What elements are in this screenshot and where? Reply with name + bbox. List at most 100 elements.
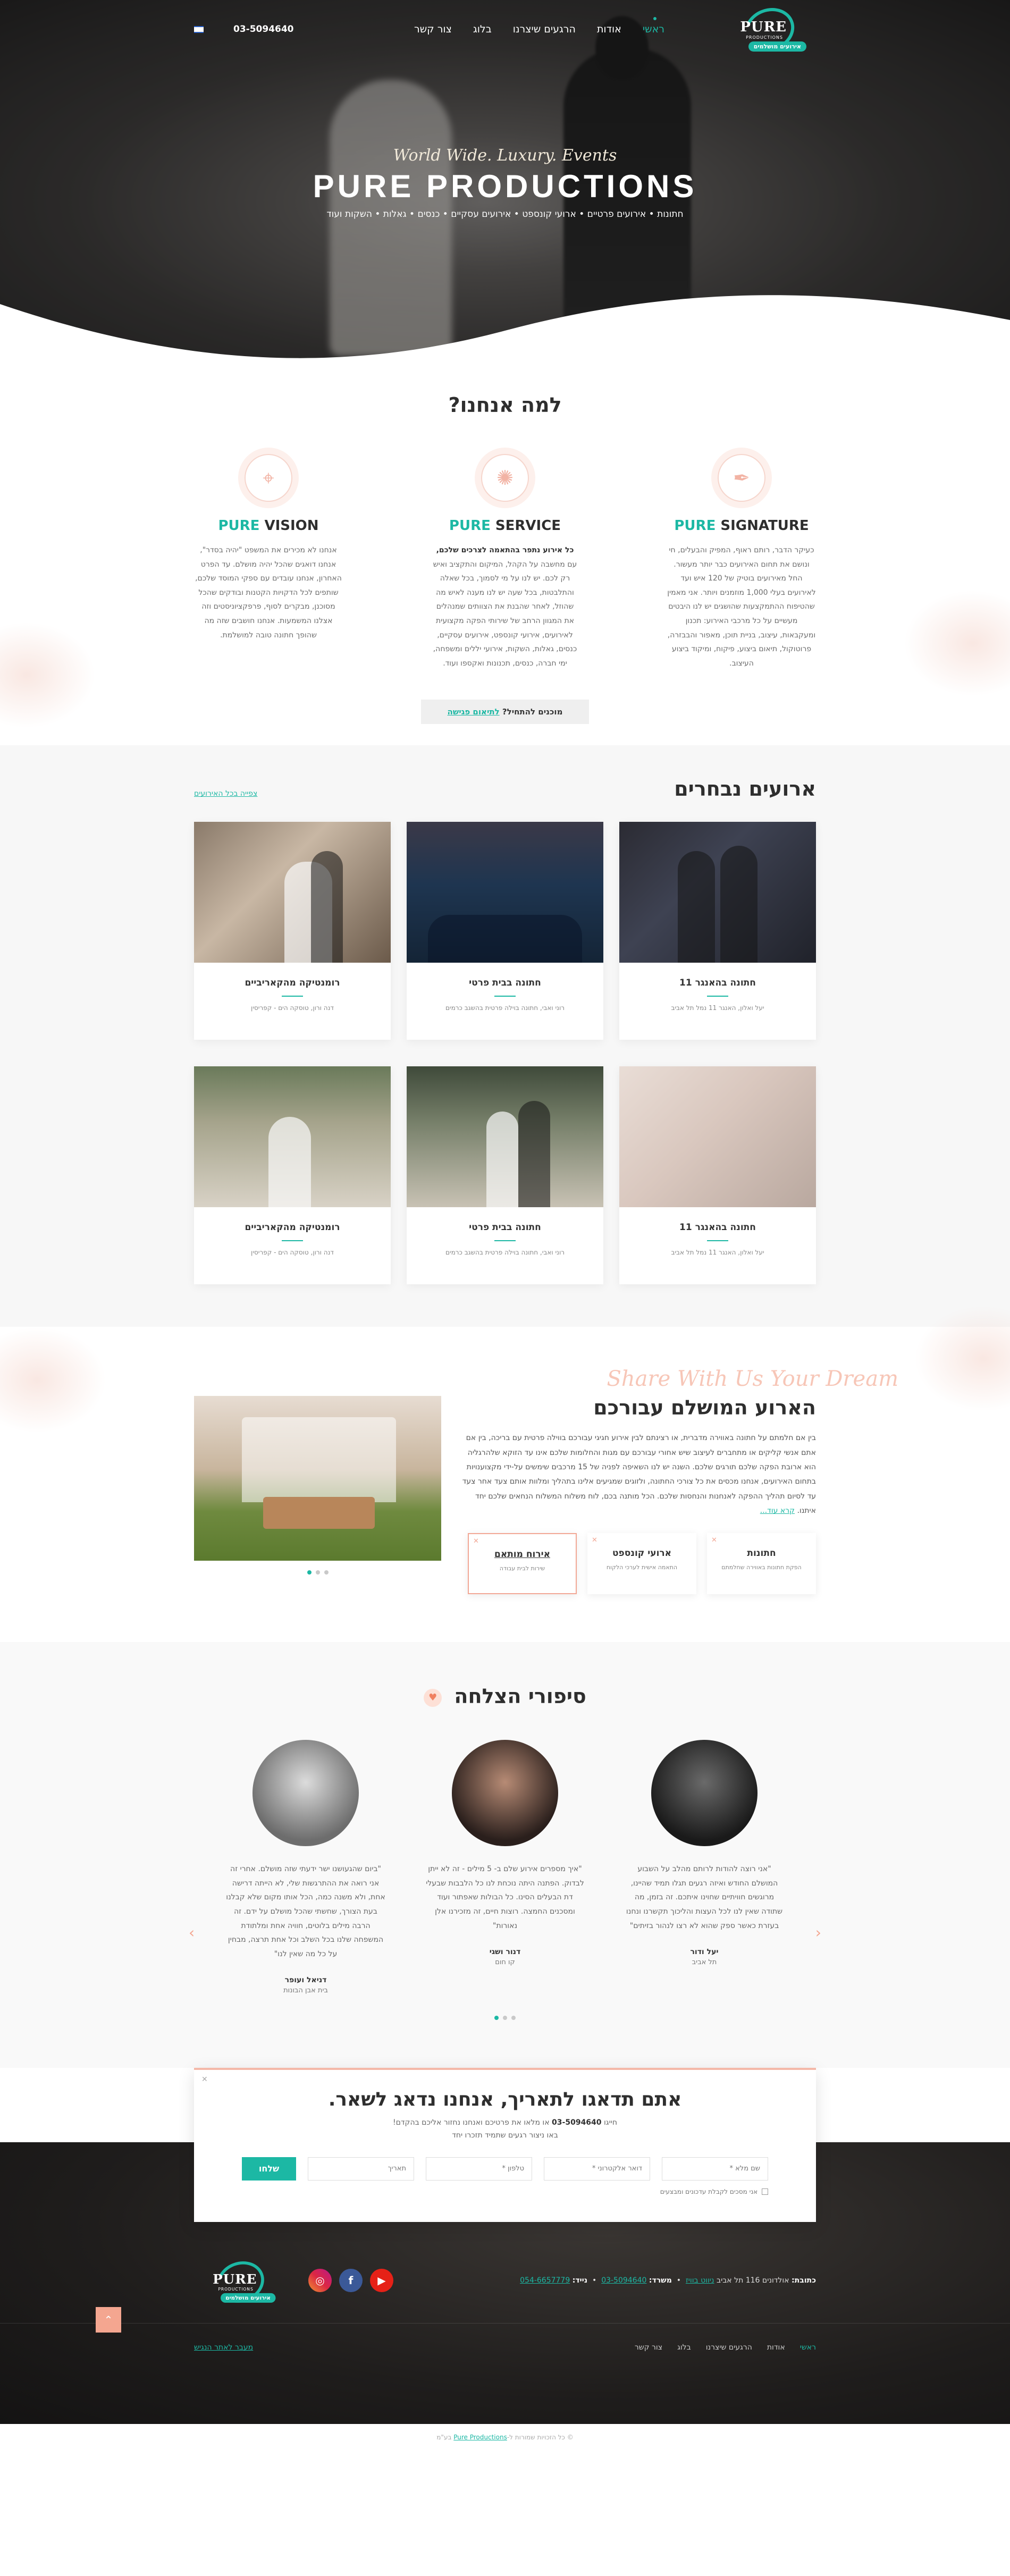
- event-image: [619, 1066, 816, 1208]
- stories-dots: [194, 2016, 816, 2021]
- event-card[interactable]: חתונה בהאנגר 11 יעל ואלון, האנגר 11 נמל …: [619, 822, 816, 1040]
- footer-office-phone[interactable]: 03-5094640: [601, 2276, 646, 2285]
- why-us-section: למה אנחנו? ✒ PURE SIGNATURE כעיקר הדבר, …: [0, 367, 1010, 745]
- slider-dot[interactable]: [503, 2016, 507, 2021]
- footer-mobile-phone[interactable]: 054-6657779: [520, 2276, 570, 2285]
- nav-item-home[interactable]: ראשי: [643, 17, 664, 35]
- read-more-link[interactable]: קרא עוד...: [760, 1506, 795, 1515]
- consent-checkbox[interactable]: [762, 2188, 768, 2195]
- slider-dot[interactable]: [324, 1570, 329, 1575]
- footer-nav-contact[interactable]: צור קשר: [635, 2343, 662, 2352]
- events-title: ארועים נבחרים: [674, 777, 816, 801]
- about-script: Share With Us Your Dream: [607, 1367, 898, 1392]
- main-nav: ראשי אודות הרגעים שיצרנו בלוג צור קשר: [414, 17, 664, 35]
- event-image: [407, 822, 603, 963]
- avatar: [651, 1740, 758, 1847]
- testimonial: "ביום שהגעושנו ישר ידעתי שזה מושלם. אחרי…: [226, 1740, 385, 1994]
- why-column-vision: ⌖ PURE VISION אנחנו לא מכירים את המשפט "…: [194, 454, 343, 670]
- accessibility-link[interactable]: מעבר לאתר הנגיש: [194, 2343, 253, 2352]
- site-logo[interactable]: PURE PRODUCTIONS אירועים מושלמים: [723, 1, 816, 58]
- hero-title: PURE PRODUCTIONS: [313, 169, 697, 204]
- slider-dot[interactable]: [494, 2016, 499, 2021]
- avatar: [252, 1740, 359, 1847]
- selected-events-section: ארועים נבחרים צפייה בכל האירועים חתונה ב…: [0, 745, 1010, 1327]
- slider-dot[interactable]: [315, 1570, 320, 1575]
- perfect-event-section: Share With Us Your Dream הארוע המושלם עב…: [0, 1306, 1010, 1643]
- event-card[interactable]: רומנטיקה מהקאריביים דנה ורון, טוסקה הים …: [194, 822, 391, 1040]
- service-tab-weddings[interactable]: ✕ חתונות הפקת חתונות באווירה שחלמתם: [707, 1533, 816, 1595]
- site-header: PURE PRODUCTIONS אירועים מושלמים ראשי או…: [0, 0, 1010, 58]
- meeting-cta-link[interactable]: לתיאום פגישה: [448, 707, 500, 717]
- why-column-service: ✺ PURE SERVICE כל אירוע נתפר בהתאמה לצרכ…: [431, 454, 579, 670]
- instagram-icon[interactable]: ◎: [308, 2269, 332, 2293]
- about-title: הארוע המושלם עבורכם: [593, 1396, 816, 1420]
- waze-link[interactable]: ניווט בוויז: [686, 2276, 714, 2285]
- nav-item-about[interactable]: אודות: [597, 23, 621, 35]
- footer-nav-home[interactable]: ראשי: [800, 2343, 816, 2352]
- service-tab-concept[interactable]: ✕ ארועי קונספט התאמה אישית לערכי הלקוח: [587, 1533, 696, 1595]
- date-field[interactable]: [308, 2157, 414, 2181]
- slider-dot[interactable]: [307, 1570, 312, 1575]
- contact-footer-area: ✕ אתם תדאגו לתאריך, אנחנו נדאג לשאר. חיי…: [0, 2068, 1010, 2425]
- footer-nav: ראשי אודות הרגעים שיצרנו בלוג צור קשר: [635, 2343, 816, 2352]
- footer-main: כתובת: אולדונים 116 תל אביב ניווט בוויז …: [0, 2249, 1010, 2312]
- consent-label: אני מסכים לקבלת עדכונים ומבצעים: [660, 2187, 758, 2195]
- full-name-field[interactable]: [662, 2157, 768, 2181]
- footer-nav-blog[interactable]: בלוג: [677, 2343, 691, 2352]
- stories-title: סיפורי הצלחה: [454, 1685, 586, 1708]
- close-icon: ✕: [711, 1536, 717, 1545]
- event-card[interactable]: חתונה בהאנגר 11 יעל ואלון, האנגר 11 נמל …: [619, 1066, 816, 1285]
- footer-logo[interactable]: PURE PRODUCTIONS אירועים מושלמים: [194, 2255, 287, 2310]
- slider-dots: [194, 1570, 441, 1575]
- social-links: ◎ f ▶: [308, 2269, 393, 2293]
- hero-services: חתונות • אירועים פרטיים • ארועי קונספט •…: [326, 209, 684, 220]
- footer-nav-about[interactable]: אודות: [767, 2343, 785, 2352]
- event-image: [619, 822, 816, 963]
- prev-arrow-icon[interactable]: ›: [189, 1924, 195, 1941]
- next-arrow-icon[interactable]: ‹: [815, 1924, 821, 1941]
- service-tabs: ✕ חתונות הפקת חתונות באווירה שחלמתם ✕ אר…: [457, 1533, 816, 1595]
- close-icon[interactable]: ✕: [201, 2075, 208, 2084]
- sparkle-icon: ✺: [481, 454, 529, 502]
- nav-item-moments[interactable]: הרגעים שיצרנו: [513, 23, 576, 35]
- contact-card: ✕ אתם תדאגו לתאריך, אנחנו נדאג לשאר. חיי…: [194, 2068, 816, 2223]
- contact-phone[interactable]: 03-5094640: [552, 2118, 601, 2127]
- header-phone[interactable]: 03-5094640: [233, 24, 294, 35]
- close-icon: ✕: [473, 1537, 479, 1546]
- why-us-title: למה אנחנו?: [448, 393, 562, 417]
- hero-wave: [0, 295, 1010, 367]
- nav-item-blog[interactable]: בלוג: [473, 23, 492, 35]
- testimonial: "איך מספרים אירוע שלם ב- 5 מילים - זה לא…: [425, 1740, 585, 1994]
- youtube-icon[interactable]: ▶: [370, 2269, 393, 2293]
- hero-script: World Wide. Luxury. Events: [393, 146, 617, 165]
- telescope-icon: ⌖: [245, 454, 292, 502]
- slider-dot[interactable]: [511, 2016, 516, 2021]
- copyright: © כל הזכויות שמורות ל-Pure Productions ב…: [436, 2434, 574, 2442]
- brand-link[interactable]: Pure Productions: [453, 2434, 507, 2441]
- service-tab-hosting[interactable]: ✕ אירוח מותאם שירות לבית עבודה: [468, 1533, 577, 1595]
- close-icon: ✕: [592, 1536, 597, 1545]
- email-field[interactable]: [544, 2157, 650, 2181]
- event-image: [407, 1066, 603, 1208]
- submit-button[interactable]: שלחו: [242, 2157, 296, 2181]
- event-card[interactable]: חתונה בבית פרטי רוני ואבי, חתונה בוילה פ…: [407, 1066, 603, 1285]
- facebook-icon[interactable]: f: [339, 2269, 363, 2293]
- language-flag-icon[interactable]: [194, 26, 204, 33]
- event-card[interactable]: חתונה בבית פרטי רוני ואבי, חתונה בוילה פ…: [407, 822, 603, 1040]
- back-to-top-icon[interactable]: ⌃: [96, 2307, 121, 2333]
- about-slider-image: [194, 1396, 441, 1561]
- footer-bar: ראשי אודות הרגעים שיצרנו בלוג צור קשר מע…: [0, 2323, 1010, 2371]
- nav-item-contact[interactable]: צור קשר: [414, 23, 452, 35]
- event-card[interactable]: רומנטיקה מהקאריביים דנה ורון, טוסקה הים …: [194, 1066, 391, 1285]
- footer-contact-info: כתובת: אולדונים 116 תל אביב ניווט בוויז …: [520, 2276, 816, 2285]
- event-image: [194, 1066, 391, 1208]
- footer-nav-moments[interactable]: הרגעים שיצרנו: [706, 2343, 752, 2352]
- all-events-link[interactable]: צפייה בכל האירועים: [194, 789, 257, 798]
- contact-title: אתם תדאגו לתאריך, אנחנו נדאג לשאר.: [328, 2089, 682, 2111]
- hero-section: PURE PRODUCTIONS אירועים מושלמים ראשי או…: [0, 0, 1010, 367]
- heart-icon: ♥: [424, 1688, 442, 1707]
- why-column-signature: ✒ PURE SIGNATURE כעיקר הדבר, רותם ראוף, …: [667, 454, 816, 670]
- phone-field[interactable]: [426, 2157, 532, 2181]
- events-grid: חתונה בהאנגר 11 יעל ואלון, האנגר 11 נמל …: [194, 822, 816, 1285]
- testimonial: "אני רוצה להודות לרותם מהלב על השבוע המו…: [625, 1740, 784, 1994]
